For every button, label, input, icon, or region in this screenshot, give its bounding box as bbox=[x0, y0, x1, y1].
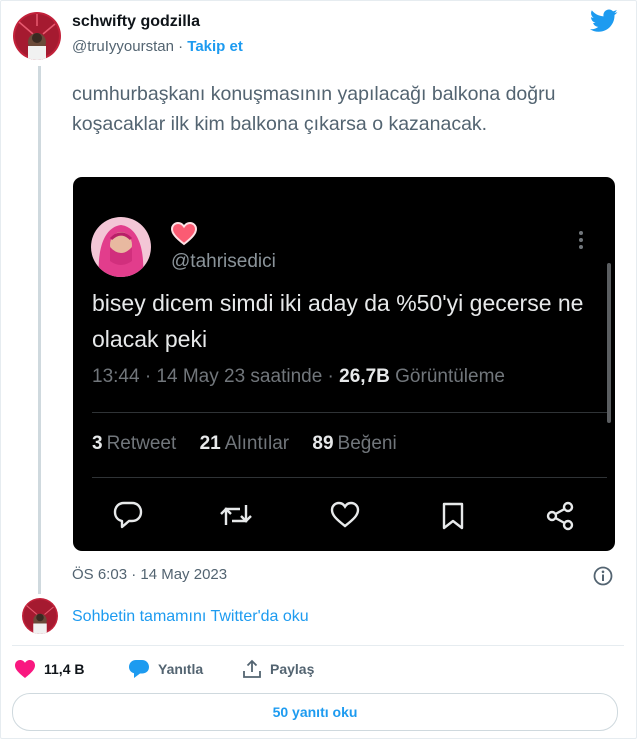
divider bbox=[12, 645, 624, 646]
quotes-stat: 21 Alıntılar bbox=[200, 433, 290, 454]
read-conversation-link[interactable]: Sohbetin tamamını Twitter'da oku bbox=[72, 608, 309, 626]
retweets-label: Retweet bbox=[106, 433, 177, 454]
likes-count: 89 bbox=[312, 433, 334, 454]
tweet-timestamp[interactable]: ÖS 6:03 · 14 May 2023 bbox=[72, 566, 227, 583]
retweets-stat: 3 Retweet bbox=[92, 433, 176, 454]
views-count: 26,7B bbox=[339, 366, 390, 387]
reply-label: Yanıtla bbox=[158, 661, 204, 677]
divider bbox=[92, 477, 607, 478]
quotes-count: 21 bbox=[199, 433, 221, 454]
conversation-avatar[interactable] bbox=[22, 598, 58, 634]
reply-button[interactable]: Yanıtla bbox=[128, 659, 203, 679]
share-label: Paylaş bbox=[270, 661, 315, 677]
heart-emoji-icon bbox=[170, 221, 198, 251]
author-handle[interactable]: @truIyyourstan bbox=[72, 38, 174, 55]
reply-icon bbox=[113, 501, 143, 534]
tweet-text: cumhurbaşkanı konuşmasının yapılacağı ba… bbox=[72, 83, 556, 135]
retweet-icon bbox=[219, 501, 253, 534]
likes-stat: 89 Beğeni bbox=[312, 433, 396, 454]
scrollbar-thumb bbox=[607, 263, 611, 423]
likes-label: Beğeni bbox=[337, 433, 397, 454]
embedded-avatar bbox=[91, 217, 151, 277]
like-count: 11,4 B bbox=[44, 661, 85, 677]
like-button[interactable]: 11,4 B bbox=[14, 659, 84, 679]
share-button[interactable]: Paylaş bbox=[242, 659, 314, 679]
speech-bubble-icon bbox=[129, 660, 149, 678]
views-label: Görüntüleme bbox=[395, 366, 505, 387]
author-display-name[interactable]: schwifty godzilla bbox=[72, 13, 200, 31]
more-options-icon bbox=[578, 230, 584, 255]
author-avatar[interactable] bbox=[13, 12, 61, 60]
embedded-stats: 3 Retweet 21 Alıntılar 89 Beğeni bbox=[92, 433, 415, 455]
divider bbox=[92, 412, 607, 413]
embedded-meta: 13:44 · 14 May 23 saatinde · 26,7B Görün… bbox=[92, 366, 505, 388]
info-icon[interactable] bbox=[593, 566, 613, 591]
follow-button[interactable]: Takip et bbox=[187, 38, 243, 55]
upload-icon bbox=[243, 659, 261, 678]
embedded-time: 13:44 · 14 May 23 saatinde · bbox=[92, 366, 334, 387]
read-replies-button[interactable]: 50 yanıtı oku bbox=[12, 693, 618, 731]
like-icon bbox=[330, 501, 360, 534]
embedded-screenshot[interactable]: @tahrisedici bisey dicem simdi iki aday … bbox=[73, 177, 615, 551]
share-icon bbox=[545, 501, 575, 536]
quotes-label: Alıntılar bbox=[224, 433, 290, 454]
handle-separator: · bbox=[178, 38, 184, 55]
author-handle-row: @truIyyourstan · Takip et bbox=[72, 38, 243, 55]
thread-line bbox=[38, 66, 41, 594]
embedded-tweet-text: bisey dicem simdi iki aday da %50'yi gec… bbox=[92, 290, 584, 352]
retweets-count: 3 bbox=[92, 433, 103, 454]
twitter-bird-icon[interactable] bbox=[589, 9, 618, 38]
heart-icon bbox=[15, 660, 35, 678]
bookmark-icon bbox=[440, 501, 466, 536]
embedded-handle: @tahrisedici bbox=[171, 251, 276, 272]
